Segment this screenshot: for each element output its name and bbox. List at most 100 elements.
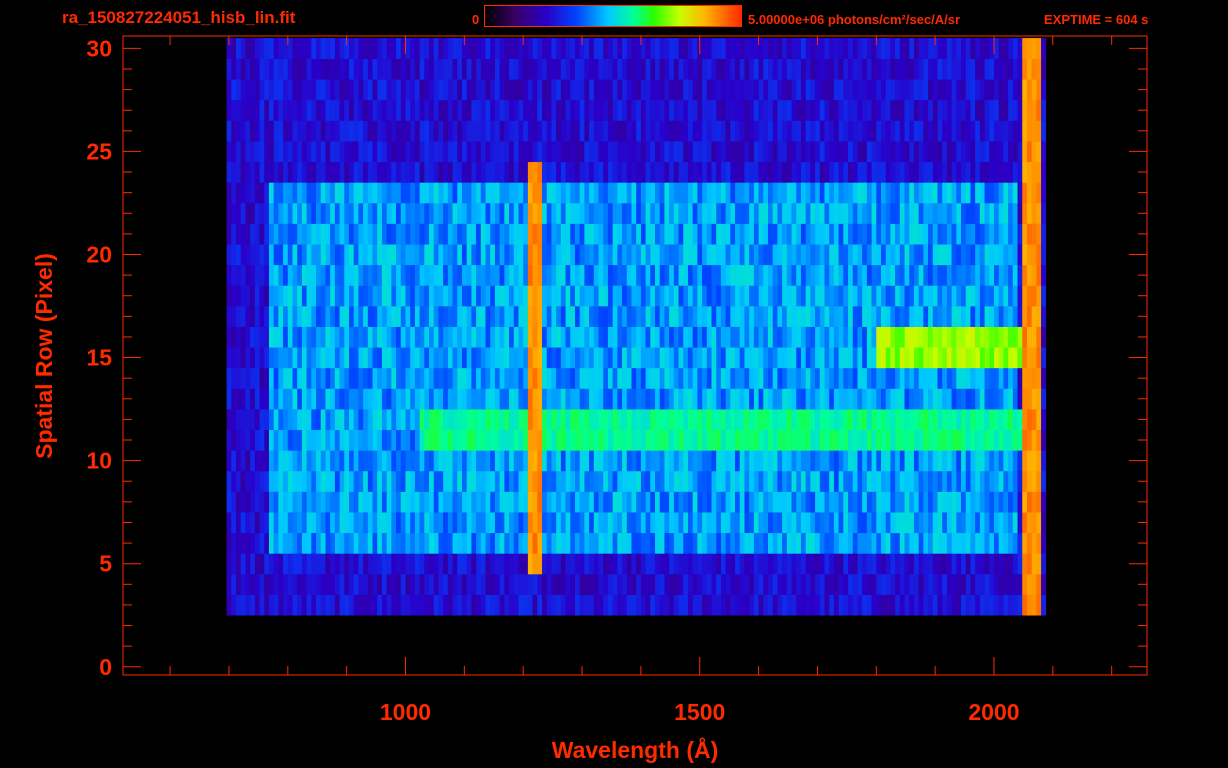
heatmap-cell: [320, 99, 326, 121]
heatmap-cell: [881, 264, 887, 286]
heatmap-cell: [372, 594, 378, 616]
heatmap-cell: [231, 99, 237, 121]
heatmap-cell: [857, 594, 863, 616]
heatmap-cell: [631, 38, 637, 59]
heatmap-cell: [523, 202, 529, 224]
heatmap-cell: [570, 58, 576, 80]
heatmap-cell: [909, 306, 915, 327]
heatmap-cell: [1031, 512, 1037, 534]
heatmap-cell: [725, 306, 731, 327]
heatmap-cell: [1031, 594, 1037, 616]
heatmap-cell: [245, 202, 251, 224]
heatmap-cell: [876, 512, 882, 534]
heatmap-cell: [904, 306, 910, 327]
heatmap-cell: [546, 326, 552, 348]
heatmap-cell: [1003, 244, 1009, 266]
heatmap-cell: [250, 202, 256, 224]
heatmap-cell: [556, 79, 562, 101]
heatmap-cell: [956, 367, 962, 389]
heatmap-cell: [815, 58, 821, 80]
heatmap-cell: [739, 429, 745, 451]
heatmap-cell: [532, 491, 538, 513]
heatmap-cell: [297, 388, 303, 410]
heatmap-cell: [570, 285, 576, 307]
heatmap-cell: [871, 161, 877, 183]
heatmap-cell: [989, 512, 995, 534]
heatmap-cell: [546, 223, 552, 245]
heatmap-cell: [513, 574, 519, 595]
heatmap-cell: [396, 223, 402, 245]
heatmap-cell: [970, 141, 976, 163]
heatmap-cell: [504, 202, 510, 224]
heatmap-cell: [819, 553, 825, 575]
heatmap-cell: [579, 161, 585, 183]
heatmap-cell: [607, 306, 613, 327]
heatmap-cell: [297, 326, 303, 348]
heatmap-cell: [273, 574, 279, 595]
heatmap-cell: [791, 347, 797, 369]
heatmap-cell: [494, 553, 500, 575]
heatmap-cell: [339, 512, 345, 534]
heatmap-cell: [532, 594, 538, 616]
heatmap-cell: [231, 326, 237, 348]
heatmap-cell: [264, 161, 270, 183]
heatmap-cell: [617, 553, 623, 575]
heatmap-cell: [556, 264, 562, 286]
heatmap-cell: [443, 409, 449, 430]
heatmap-cell: [937, 99, 943, 121]
heatmap-cell: [579, 99, 585, 121]
heatmap-cell: [424, 99, 430, 121]
heatmap-cell: [669, 450, 675, 472]
heatmap-cell: [1031, 574, 1037, 595]
heatmap-cell: [499, 202, 505, 224]
heatmap-cell: [603, 161, 609, 183]
heatmap-cell: [527, 264, 533, 286]
heatmap-cell: [490, 99, 496, 121]
heatmap-cell: [984, 491, 990, 513]
heatmap-cell: [1041, 409, 1047, 430]
heatmap-cell: [254, 491, 260, 513]
heatmap-cell: [711, 594, 717, 616]
heatmap-cell: [377, 161, 383, 183]
heatmap-cell: [607, 450, 613, 472]
heatmap-cell: [311, 409, 317, 430]
heatmap-cell: [386, 367, 392, 389]
heatmap-cell: [447, 326, 453, 348]
heatmap-cell: [612, 161, 618, 183]
heatmap-cell: [763, 99, 769, 121]
heatmap-cell: [443, 491, 449, 513]
heatmap-cell: [419, 574, 425, 595]
heatmap-cell: [235, 450, 241, 472]
heatmap-cell: [763, 58, 769, 80]
heatmap-cell: [574, 594, 580, 616]
heatmap-cell: [226, 367, 232, 389]
heatmap-cell: [377, 99, 383, 121]
heatmap-cell: [231, 244, 237, 266]
heatmap-cell: [1003, 326, 1009, 348]
heatmap-cell: [744, 285, 750, 307]
heatmap-cell: [603, 264, 609, 286]
heatmap-cell: [725, 594, 731, 616]
heatmap-cell: [381, 120, 387, 142]
heatmap-cell: [259, 120, 265, 142]
heatmap-cell: [833, 99, 839, 121]
heatmap-cell: [1031, 553, 1037, 575]
heatmap-cell: [871, 285, 877, 307]
heatmap-cell: [377, 388, 383, 410]
heatmap-cell: [273, 306, 279, 327]
heatmap-cell: [946, 347, 952, 369]
heatmap-cell: [626, 99, 632, 121]
heatmap-cell: [702, 244, 708, 266]
heatmap-cell: [749, 223, 755, 245]
heatmap-cell: [556, 161, 562, 183]
heatmap-cell: [245, 553, 251, 575]
heatmap-cell: [975, 388, 981, 410]
heatmap-cell: [377, 141, 383, 163]
heatmap-cell: [235, 182, 241, 204]
heatmap-cell: [325, 388, 331, 410]
heatmap-cell: [348, 202, 354, 224]
heatmap-cell: [763, 285, 769, 307]
heatmap-cell: [937, 512, 943, 534]
heatmap-cell: [848, 367, 854, 389]
heatmap-cell: [320, 450, 326, 472]
